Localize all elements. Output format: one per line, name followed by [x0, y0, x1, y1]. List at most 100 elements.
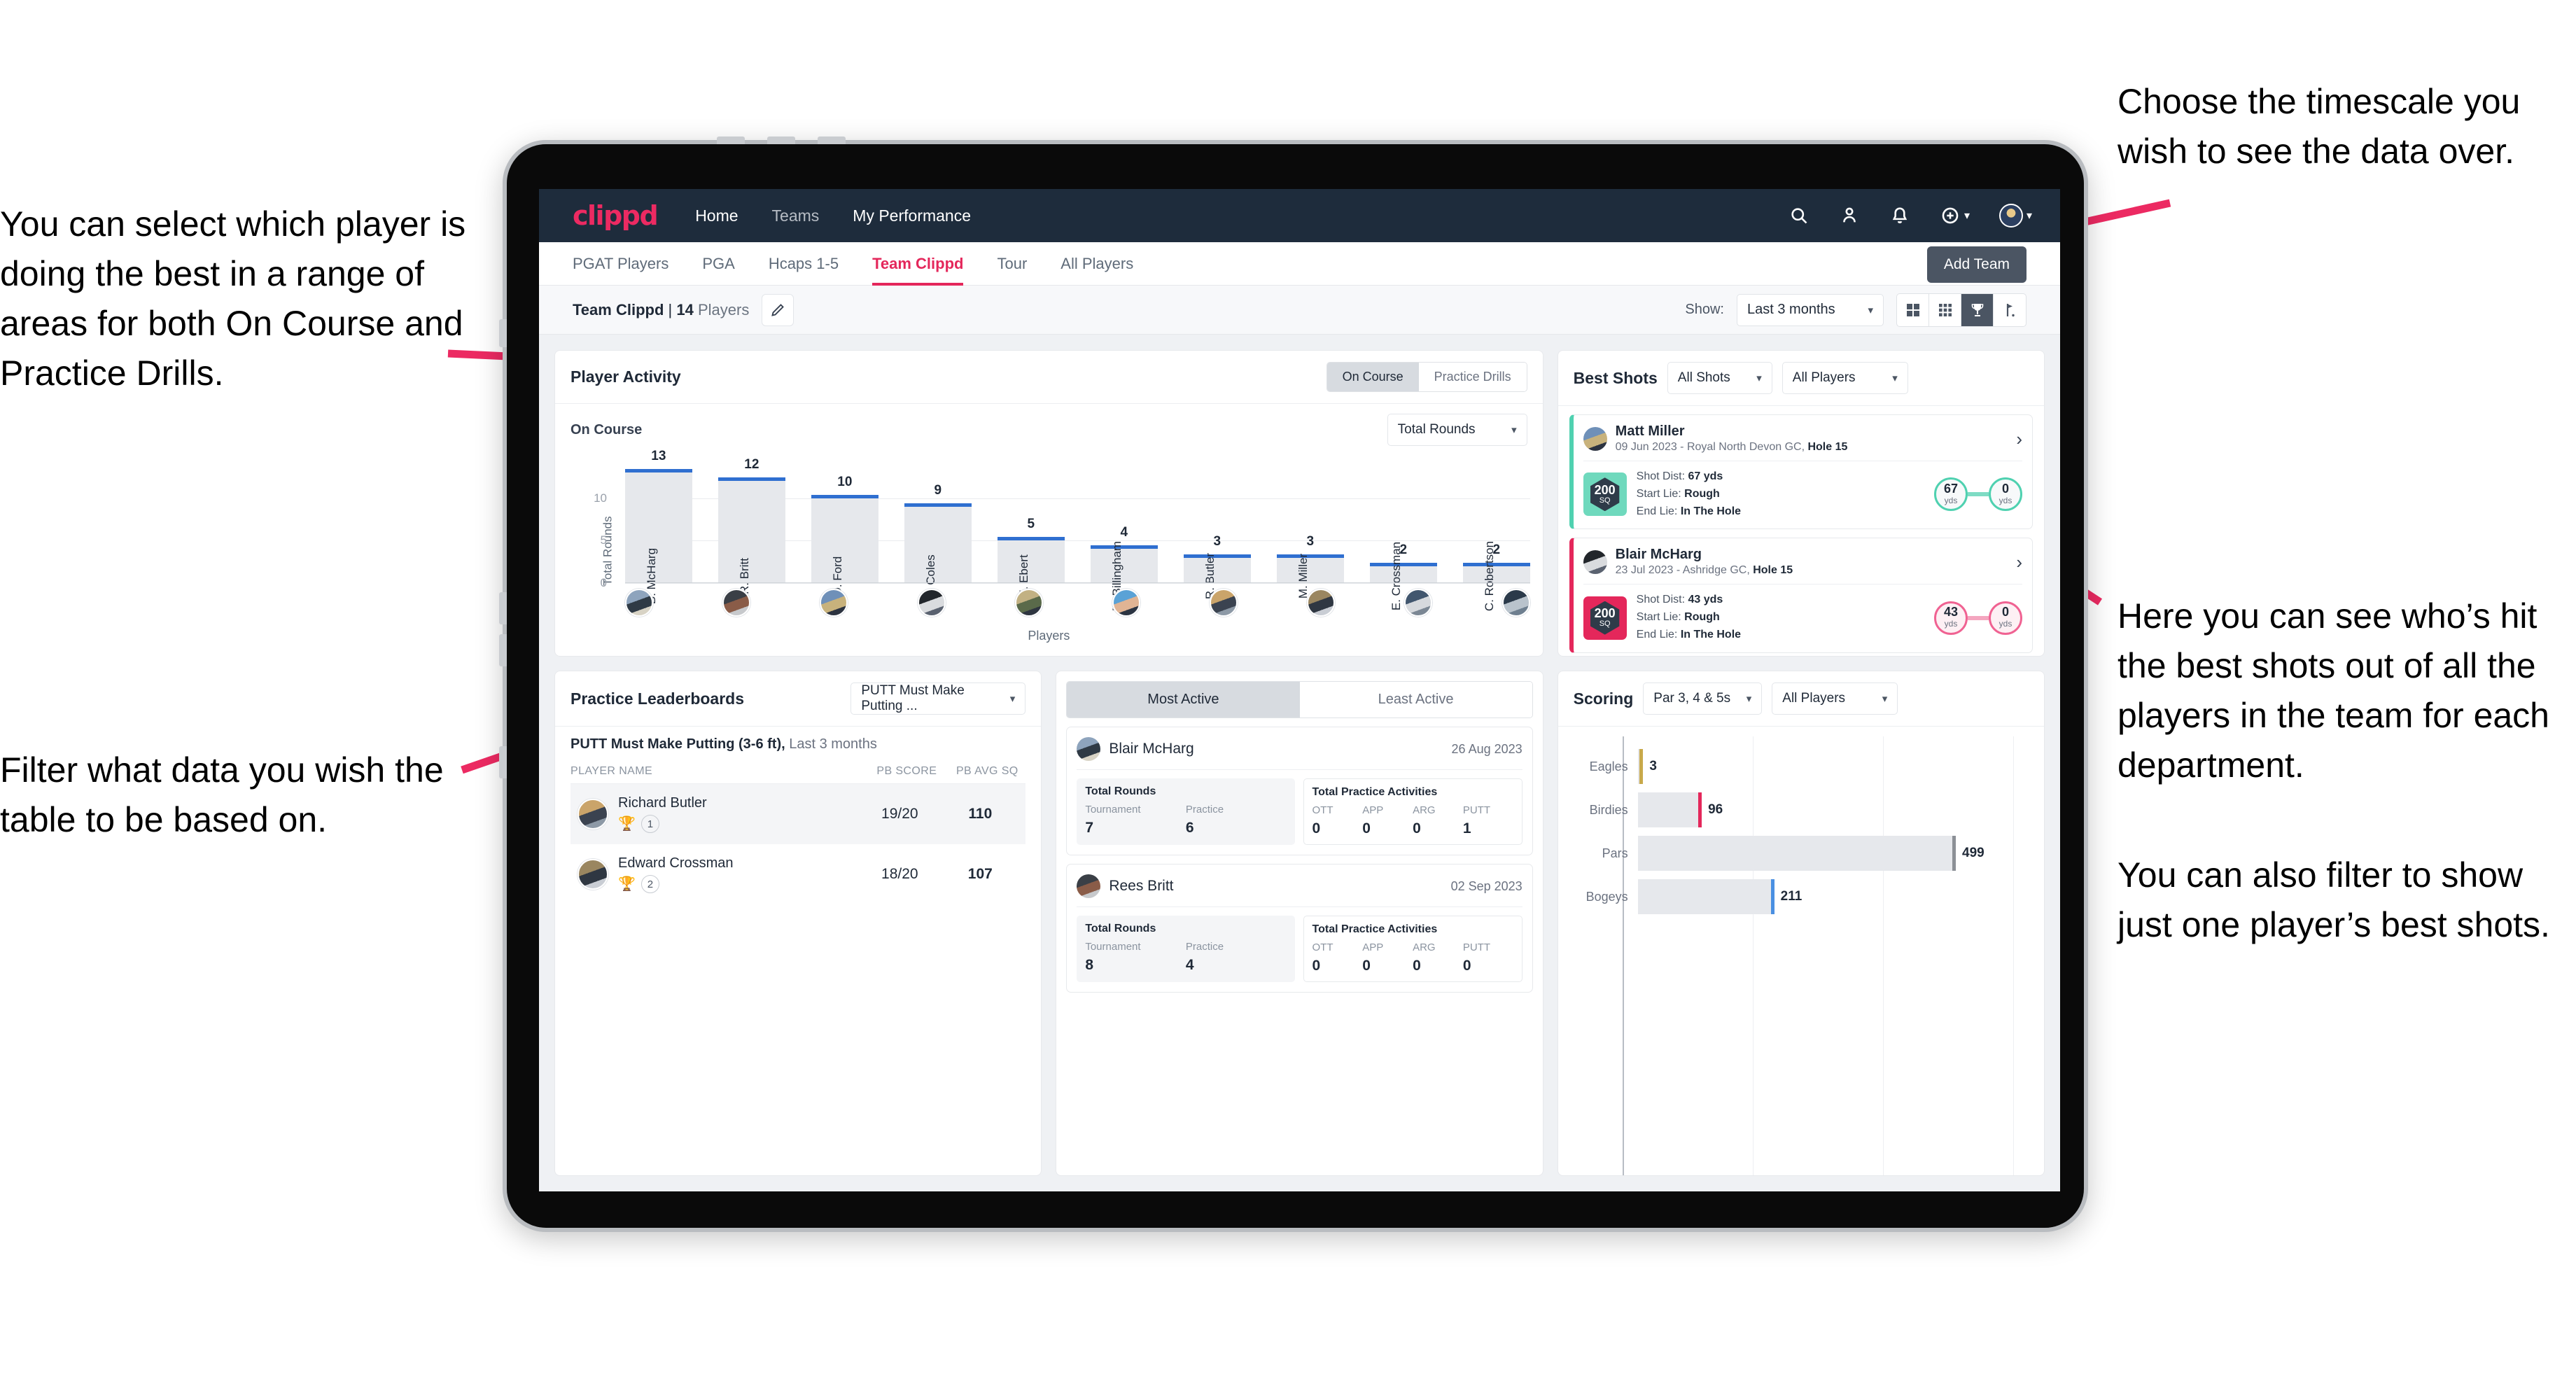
- dashboard-body: Player Activity On Course Practice Drill…: [539, 335, 2060, 1191]
- best-shots-player-filter[interactable]: All Players ▾: [1782, 362, 1908, 394]
- player-avatar[interactable]: [1014, 589, 1043, 617]
- activity-card[interactable]: Rees Britt 02 Sep 2023 Total Rounds Tournam…: [1066, 864, 1533, 993]
- profile-menu[interactable]: ▾: [1998, 204, 2032, 227]
- practice-leaderboards-subtitle: PUTT Must Make Putting (3-6 ft), Last 3 …: [555, 727, 1041, 760]
- timescale-select[interactable]: Last 3 months ▾: [1737, 293, 1884, 326]
- device-button-volume-down: [767, 136, 795, 144]
- bell-icon[interactable]: [1889, 205, 1910, 226]
- player-avatar[interactable]: [1502, 589, 1530, 617]
- player-avatar[interactable]: [625, 589, 653, 617]
- shot-quality-badge: 200 SQ: [1583, 596, 1627, 640]
- tab-most-active[interactable]: Most Active: [1067, 682, 1300, 718]
- player-avatar[interactable]: [1210, 589, 1238, 617]
- drill-select[interactable]: PUTT Must Make Putting ... ▾: [850, 682, 1026, 715]
- view-button-flag[interactable]: [1994, 294, 2026, 326]
- view-button-grid-large[interactable]: [1897, 293, 1929, 326]
- stat-label: OTT: [1312, 804, 1334, 816]
- chevron-right-icon[interactable]: ›: [2016, 430, 2022, 448]
- best-shot-card[interactable]: Matt Miller 09 Jun 2023 - Royal North Dev…: [1569, 414, 2033, 530]
- practice-leaderboards-card: Practice Leaderboards PUTT Must Make Put…: [554, 671, 1042, 1176]
- stat-label: ARG: [1413, 941, 1436, 953]
- nav-links: Home Teams My Performance: [695, 206, 971, 225]
- total-rounds-box: Total Rounds Tournament 7 Practice 6: [1077, 778, 1295, 845]
- player-avatar[interactable]: [1307, 589, 1336, 617]
- avatar: [1998, 204, 2023, 227]
- stat-value: 0: [1312, 820, 1321, 836]
- device-side-button-c: [499, 634, 507, 666]
- team-title: Team Clippd | 14 Players: [573, 301, 749, 319]
- tab-tour[interactable]: Tour: [997, 242, 1027, 286]
- course-drills-toggle: On Course Practice Drills: [1326, 362, 1527, 392]
- people-icon[interactable]: [1839, 205, 1860, 226]
- scoring-category-label: Birdies: [1589, 802, 1628, 817]
- tab-pgat-players[interactable]: PGAT Players: [573, 242, 668, 286]
- tab-pga[interactable]: PGA: [702, 242, 734, 286]
- column-pb-avg-sq: PB AVG SQ: [955, 765, 1018, 777]
- best-shots-shot-filter[interactable]: All Shots ▾: [1667, 362, 1772, 394]
- shot-quality-badge: 200 SQ: [1583, 472, 1627, 517]
- segment-on-course[interactable]: On Course: [1326, 363, 1419, 391]
- nav-link-my-performance[interactable]: My Performance: [853, 206, 971, 225]
- nav-link-home[interactable]: Home: [695, 206, 738, 225]
- stat-value: 4: [1185, 957, 1194, 973]
- search-icon[interactable]: [1788, 205, 1809, 226]
- rank-badge: 1: [640, 815, 659, 833]
- best-shots-player-filter-value: All Players: [1792, 370, 1856, 385]
- bar-value: 5: [1027, 517, 1035, 532]
- table-header-row: PLAYER NAME PB SCORE PB AVG SQ: [570, 760, 1026, 784]
- activity-date: 26 Aug 2023: [1451, 741, 1522, 756]
- chevron-right-icon[interactable]: ›: [2016, 553, 2022, 571]
- chart-bars: 13 B. McHarg 12 R. Britt 10 D. Ford 9 J. Coles 5…: [625, 449, 1530, 611]
- brand-logo[interactable]: clippd: [573, 200, 659, 231]
- chevron-down-icon: ▾: [2026, 210, 2032, 222]
- add-circle-menu[interactable]: ▾: [1940, 205, 1970, 226]
- shot-from-value: 67: [1943, 481, 1958, 496]
- timescale-value: Last 3 months: [1747, 302, 1835, 317]
- best-shots-title: Best Shots: [1573, 368, 1658, 387]
- player-avatar[interactable]: [917, 589, 946, 617]
- avatar: [578, 799, 608, 830]
- avatar: [1077, 874, 1101, 898]
- drill-period: Last 3 months: [789, 736, 877, 752]
- tab-team-clippd[interactable]: Team Clippd: [872, 242, 964, 286]
- tab-all-players[interactable]: All Players: [1060, 242, 1133, 286]
- chevron-down-icon: ▾: [1882, 693, 1888, 705]
- scoring-player-filter[interactable]: All Players ▾: [1772, 682, 1898, 715]
- tab-bar: PGAT Players PGA Hcaps 1-5 Team Clippd T…: [539, 242, 2060, 286]
- annotation-timescale: Choose the timescale you wish to see the…: [2118, 82, 2521, 171]
- player-activity-card: Player Activity On Course Practice Drill…: [554, 350, 1544, 657]
- activity-card[interactable]: Blair McHarg 26 Aug 2023 Total Rounds Tourn…: [1066, 727, 1533, 855]
- team-separator: |: [668, 300, 673, 318]
- metric-select[interactable]: Total Rounds ▾: [1387, 414, 1527, 446]
- pb-score-value: 18/20: [881, 866, 918, 882]
- best-shot-player-name: Matt Miller: [1615, 424, 1685, 439]
- add-team-button[interactable]: Add Team: [1926, 246, 2026, 283]
- nav-link-teams[interactable]: Teams: [772, 206, 820, 225]
- edit-team-button[interactable]: [762, 293, 794, 326]
- player-avatar[interactable]: [820, 589, 848, 617]
- best-shot-stats: Shot Dist: 67 yds Start Lie: Rough End Lie…: [1636, 470, 1742, 517]
- top-navbar: clippd Home Teams My Performance ▾ ▾: [539, 189, 2060, 242]
- activity-player-name: Blair McHarg: [1109, 741, 1194, 757]
- table-row[interactable]: Edward Crossman 🏆 2 18/20 107: [570, 844, 1026, 904]
- show-label: Show:: [1685, 302, 1724, 317]
- scoring-par-filter[interactable]: Par 3, 4 & 5s ▾: [1643, 682, 1763, 715]
- table-row[interactable]: Richard Butler 🏆 1 19/20 110: [570, 784, 1026, 844]
- segment-practice-drills[interactable]: Practice Drills: [1418, 363, 1527, 391]
- chart-bar-group: 2 C. Robertson: [1463, 464, 1530, 611]
- best-shot-card[interactable]: Blair McHarg 23 Jul 2023 - Ashridge GC, H…: [1569, 538, 2033, 653]
- view-button-grid-small[interactable]: [1929, 293, 1961, 326]
- player-avatar[interactable]: [1112, 589, 1140, 617]
- view-button-trophy[interactable]: [1961, 293, 1994, 326]
- grid-large-icon: [1906, 303, 1919, 316]
- player-avatar[interactable]: [1404, 589, 1433, 617]
- player-avatar[interactable]: [722, 589, 751, 617]
- shot-from-unit: yds: [1944, 495, 1958, 505]
- tab-least-active[interactable]: Least Active: [1299, 682, 1532, 718]
- drill-name: PUTT Must Make Putting (3-6 ft),: [570, 736, 785, 752]
- bar-value: 3: [1213, 533, 1222, 549]
- best-shot-meta: 23 Jul 2023 - Ashridge GC, Hole 15: [1615, 564, 1793, 577]
- sq-value: 200: [1594, 482, 1616, 497]
- tab-hcaps-1-5[interactable]: Hcaps 1-5: [769, 242, 839, 286]
- shot-from-unit: yds: [1944, 619, 1958, 629]
